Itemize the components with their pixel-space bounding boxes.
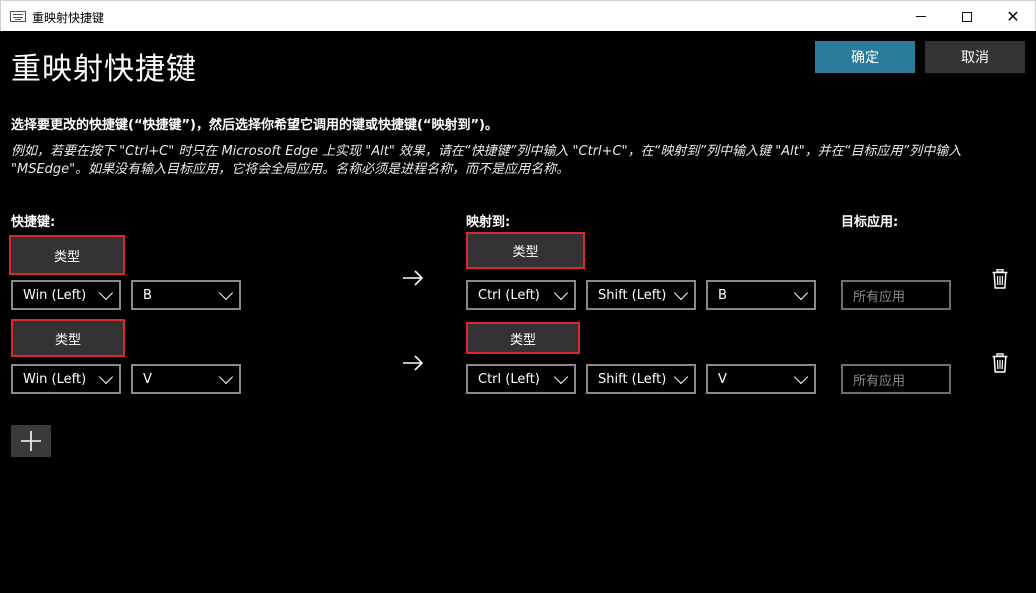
example-line-1: 例如，若要在按下 "Ctrl+C" 时只在 Microsoft Edge 上实现… (11, 144, 962, 159)
mapped-to-column-header: 映射到: (466, 215, 511, 230)
shortcut-column-header: 快捷键: (11, 215, 56, 230)
target-app-column-header: 目标应用: (841, 215, 899, 230)
dropdown-value: Win (Left) (23, 287, 87, 303)
example-line-2: "MSEdge"。如果没有输入目标应用，它将会全局应用。名称必须是进程名称，而不… (11, 162, 570, 177)
shortcut-key-dropdown-1-1[interactable]: Win (Left) (11, 280, 121, 310)
mapped-key-dropdown-1-3[interactable]: B (706, 280, 816, 310)
mapped-key-dropdown-2-1[interactable]: Ctrl (Left) (466, 364, 576, 394)
chevron-down-icon (98, 369, 114, 385)
keyboard-icon (10, 11, 26, 22)
dropdown-value: Ctrl (Left) (478, 287, 540, 303)
page-title: 重映射快捷键 (11, 52, 197, 87)
mapped-key-dropdown-2-2[interactable]: Shift (Left) (586, 364, 696, 394)
mapped-key-dropdown-2-3[interactable]: V (706, 364, 816, 394)
shortcut-key-dropdown-1-2[interactable]: B (131, 280, 241, 310)
example-text: 例如，若要在按下 "Ctrl+C" 时只在 Microsoft Edge 上实现… (11, 143, 1001, 179)
dropdown-value: Shift (Left) (598, 287, 667, 303)
chevron-down-icon (673, 369, 689, 385)
title-bar: 重映射快捷键 ✕ (0, 0, 1036, 31)
chevron-down-icon (553, 369, 569, 385)
dropdown-value: Win (Left) (23, 371, 87, 387)
chevron-down-icon (673, 285, 689, 301)
minimize-button[interactable] (898, 1, 944, 32)
mapped-key-dropdown-1-2[interactable]: Shift (Left) (586, 280, 696, 310)
trash-icon[interactable] (992, 353, 1008, 373)
shortcut-type-button-2[interactable]: 类型 (11, 319, 125, 357)
plus-icon (21, 431, 41, 451)
shortcut-key-dropdown-2-1[interactable]: Win (Left) (11, 364, 121, 394)
mapped-type-button-1[interactable]: 类型 (466, 232, 585, 269)
trash-icon[interactable] (992, 269, 1008, 289)
arrow-right-icon (403, 270, 424, 286)
chevron-down-icon (218, 285, 234, 301)
chevron-down-icon (793, 285, 809, 301)
shortcut-type-button-1[interactable]: 类型 (9, 235, 125, 275)
add-shortcut-button[interactable] (11, 425, 51, 457)
minimize-icon (916, 16, 926, 17)
dropdown-value: V (718, 371, 727, 387)
dropdown-value: Ctrl (Left) (478, 371, 540, 387)
maximize-icon (962, 11, 972, 22)
maximize-button[interactable] (944, 1, 990, 32)
arrow-right-icon (403, 355, 424, 371)
dropdown-value: B (143, 287, 152, 303)
target-app-input-2[interactable]: 所有应用 (841, 364, 951, 394)
cancel-button[interactable]: 取消 (925, 41, 1025, 73)
dropdown-value: B (718, 287, 727, 303)
instruction-text: 选择要更改的快捷键(“快捷键”)，然后选择你希望它调用的键或快捷键(“映射到”)… (11, 118, 498, 133)
shortcut-key-dropdown-2-2[interactable]: V (131, 364, 241, 394)
target-app-input-1[interactable]: 所有应用 (841, 280, 951, 310)
window-title: 重映射快捷键 (32, 11, 105, 25)
mapped-type-button-2[interactable]: 类型 (466, 322, 580, 354)
dropdown-value: V (143, 371, 152, 387)
chevron-down-icon (98, 285, 114, 301)
chevron-down-icon (793, 369, 809, 385)
chevron-down-icon (553, 285, 569, 301)
close-button[interactable]: ✕ (990, 1, 1036, 32)
chevron-down-icon (218, 369, 234, 385)
dropdown-value: Shift (Left) (598, 371, 667, 387)
ok-button[interactable]: 确定 (815, 41, 915, 73)
mapped-key-dropdown-1-1[interactable]: Ctrl (Left) (466, 280, 576, 310)
close-icon: ✕ (1006, 6, 1020, 26)
